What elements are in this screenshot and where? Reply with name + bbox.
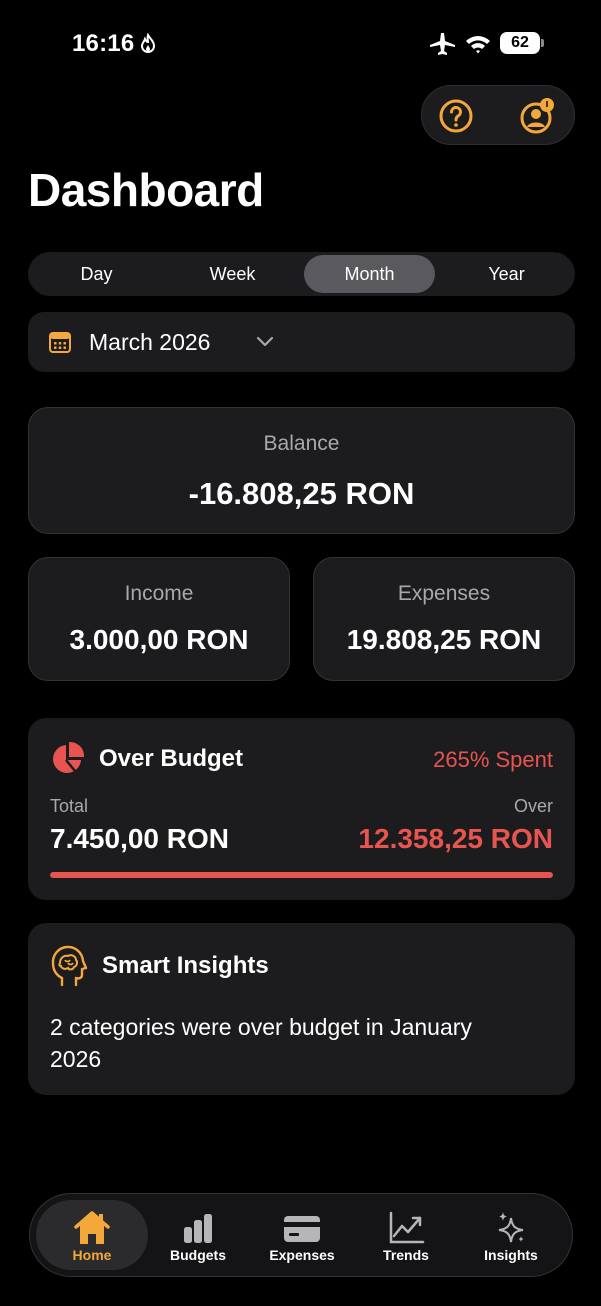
income-label: Income [124,582,194,605]
tab-home-label: Home [72,1247,112,1263]
budget-spent-percent: 265% Spent [433,747,553,772]
date-picker[interactable]: March 2026 [28,312,575,372]
bottom-tab-bar: Home Budgets Expenses Trends Insights [29,1193,573,1277]
expenses-label: Expenses [397,582,491,605]
budget-over-label: Over [513,796,553,816]
tab-budgets-label: Budgets [170,1247,226,1263]
segment-day[interactable]: Day [31,255,162,293]
chevron-down-icon [256,336,274,347]
segment-year[interactable]: Year [441,255,572,293]
budget-total-value: 7.450,00 RON [50,823,229,854]
insights-title: Smart Insights [102,952,269,979]
budget-progress-bar [50,872,553,878]
budget-progress-fill [50,872,553,878]
tab-insights[interactable]: Insights [455,1200,567,1270]
profile-icon[interactable] [518,98,556,134]
sparkles-icon [498,1212,524,1243]
calendar-icon [49,332,71,353]
screen: 16:16 62 Dashboard Day Week Month Year M… [0,0,601,1306]
pie-chart-icon [53,741,85,773]
balance-card: Balance -16.808,25 RON [28,407,575,534]
status-bar: 16:16 62 [0,0,601,88]
top-actions-pill [421,85,575,145]
budget-title: Over Budget [99,745,244,772]
budget-over-value: 12.358,25 RON [358,823,553,854]
credit-card-icon [284,1216,320,1242]
help-icon[interactable] [438,98,474,134]
flame-icon [140,33,156,53]
home-icon [74,1211,110,1244]
tab-budgets[interactable]: Budgets [142,1200,254,1270]
brain-head-icon [51,945,88,987]
airplane-icon [430,33,455,55]
tab-expenses[interactable]: Expenses [246,1200,358,1270]
expenses-card: Expenses 19.808,25 RON [313,557,575,681]
tab-trends-label: Trends [383,1247,429,1263]
segment-week[interactable]: Week [167,255,298,293]
tab-insights-label: Insights [484,1247,538,1263]
bar-chart-icon [184,1214,212,1243]
expenses-value: 19.808,25 RON [346,624,542,655]
balance-label: Balance [263,432,340,455]
status-time: 16:16 [72,30,135,57]
over-budget-card[interactable]: Over Budget 265% Spent Total Over 7.450,… [28,718,575,900]
battery-indicator: 62 [500,32,540,54]
income-value: 3.000,00 RON [69,624,249,655]
date-label: March 2026 [89,329,211,355]
wifi-icon [466,36,490,54]
segment-month[interactable]: Month [304,255,435,293]
tab-home[interactable]: Home [36,1200,148,1270]
battery-nub [541,39,544,47]
budget-total-label: Total [50,796,89,816]
balance-value: -16.808,25 RON [188,476,415,511]
insights-text: 2 categories were over budget in January… [50,1014,472,1072]
page-title: Dashboard [28,164,264,216]
income-card: Income 3.000,00 RON [28,557,290,681]
trend-line-icon [389,1211,425,1244]
tab-trends[interactable]: Trends [350,1200,462,1270]
tab-expenses-label: Expenses [269,1247,335,1263]
smart-insights-card[interactable]: Smart Insights 2 categories were over bu… [28,923,575,1095]
period-segmented-control: Day Week Month Year [28,252,575,296]
